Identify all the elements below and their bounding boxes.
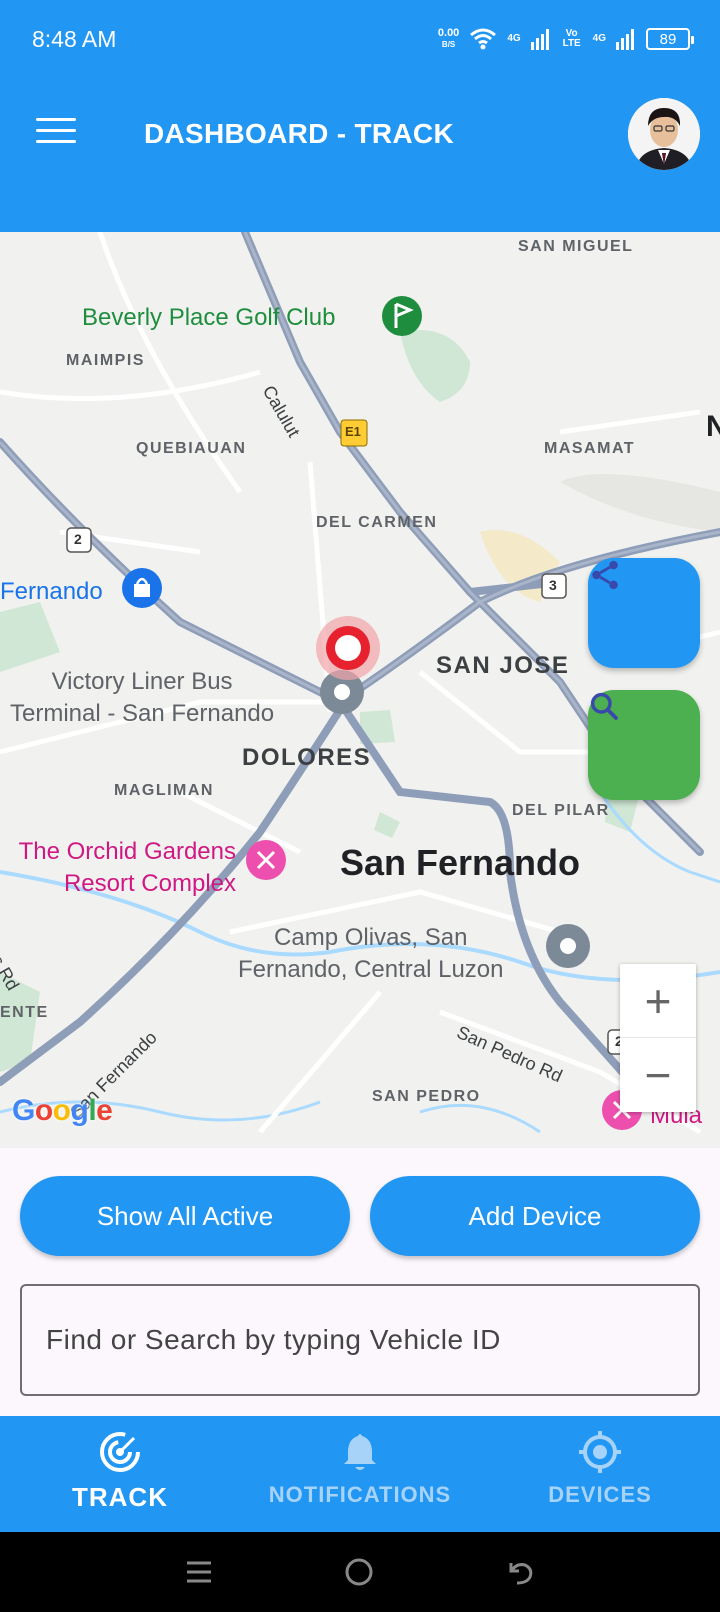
route-shield-e1: E1: [345, 424, 361, 439]
menu-icon[interactable]: [36, 118, 76, 148]
share-icon: [592, 560, 618, 590]
map-label-del-pilar: DEL PILAR: [512, 802, 610, 819]
share-button[interactable]: [588, 558, 700, 668]
bell-icon: [344, 1434, 376, 1470]
shop-poi-icon: [122, 568, 162, 608]
crosshair-icon: [579, 1431, 621, 1473]
zoom-control: + −: [620, 964, 696, 1112]
map-label-del-carmen: DEL CARMEN: [316, 514, 438, 531]
battery-level: 89: [659, 30, 677, 48]
signal-icon-2: [616, 29, 634, 50]
map-label-dolores: DOLORES: [242, 744, 372, 771]
nav-item-track[interactable]: TRACK: [0, 1416, 240, 1532]
page-title: DASHBOARD - TRACK: [144, 118, 454, 149]
net-speed: 0.00 B/S: [438, 28, 459, 50]
system-nav-bar: [0, 1532, 720, 1612]
map-view[interactable]: SAN MIGUEL Beverly Place Golf Club MAIMP…: [0, 232, 720, 1148]
map-label-orchid[interactable]: The Orchid Gardens Resort Complex: [0, 836, 236, 900]
map-label-san-jose: SAN JOSE: [436, 652, 570, 679]
map-label-beverly[interactable]: Beverly Place Golf Club: [82, 304, 335, 332]
wifi-icon: [470, 28, 497, 50]
avatar[interactable]: [628, 98, 700, 170]
search-icon: [590, 692, 618, 720]
map-label-magliman: MAGLIMAN: [114, 782, 214, 799]
route-shield-3: 3: [549, 577, 557, 593]
vehicle-search-input[interactable]: [20, 1284, 700, 1396]
search-button[interactable]: [588, 690, 700, 800]
map-label-maimpis: MAIMPIS: [66, 352, 145, 369]
sim2-label: 4G: [592, 33, 606, 44]
nav-label-track: TRACK: [72, 1482, 168, 1512]
map-label-san-pedro: SAN PEDRO: [372, 1088, 481, 1105]
battery-icon: 89: [646, 28, 694, 50]
app-bar: DASHBOARD - TRACK: [0, 80, 720, 232]
map-label-camp-olivas[interactable]: Camp Olivas, San Fernando, Central Luzon: [238, 922, 504, 986]
map-label-masamat: MASAMAT: [544, 440, 636, 457]
nav-item-notifications[interactable]: NOTIFICATIONS: [240, 1416, 480, 1532]
net-speed-value: 0.00: [437, 27, 460, 39]
camp-poi-icon: [546, 924, 590, 968]
google-logo: Google: [12, 1094, 113, 1127]
add-device-button[interactable]: Add Device: [370, 1176, 700, 1256]
resort-poi-icon: [246, 840, 286, 880]
route-shield-2: 2: [74, 531, 82, 547]
golf-poi-icon: [382, 296, 422, 336]
recents-icon[interactable]: [185, 1558, 213, 1586]
net-speed-unit: B/S: [441, 40, 456, 49]
status-bar: 8:48 AM 0.00 B/S 4G Vo LTE 4G 89: [0, 0, 720, 80]
map-label-fernando[interactable]: Fernando: [0, 578, 103, 606]
nav-label-devices: DEVICES: [548, 1482, 652, 1507]
back-icon[interactable]: [505, 1557, 535, 1587]
nav-item-devices[interactable]: DEVICES: [480, 1416, 720, 1532]
map-label-victory-liner[interactable]: Victory Liner Bus Terminal - San Fernand…: [10, 666, 274, 730]
bottom-nav: TRACK NOTIFICATIONS DEVICES: [0, 1416, 720, 1532]
volte-label: Vo LTE: [562, 28, 581, 49]
home-icon[interactable]: [344, 1557, 374, 1587]
zoom-in-button[interactable]: +: [620, 964, 696, 1038]
map-label-n-edge: N: [706, 410, 720, 443]
nav-label-notifications: NOTIFICATIONS: [268, 1482, 452, 1507]
map-label-ente: ENTE: [0, 1004, 49, 1021]
status-time: 8:48 AM: [32, 26, 117, 52]
signal-icon: [530, 29, 549, 50]
map-label-quebiauan: QUEBIAUAN: [136, 440, 247, 457]
sim1-label: 4G: [507, 33, 521, 44]
map-label-san-miguel: SAN MIGUEL: [518, 238, 634, 255]
map-label-san-fernando: San Fernando: [340, 842, 581, 883]
status-icons: 0.00 B/S 4G Vo LTE 4G 89: [438, 24, 694, 54]
zoom-out-button[interactable]: −: [620, 1038, 696, 1112]
radar-icon: [100, 1432, 140, 1472]
vehicle-marker-icon: [316, 616, 380, 680]
show-all-active-button[interactable]: Show All Active: [20, 1176, 350, 1256]
